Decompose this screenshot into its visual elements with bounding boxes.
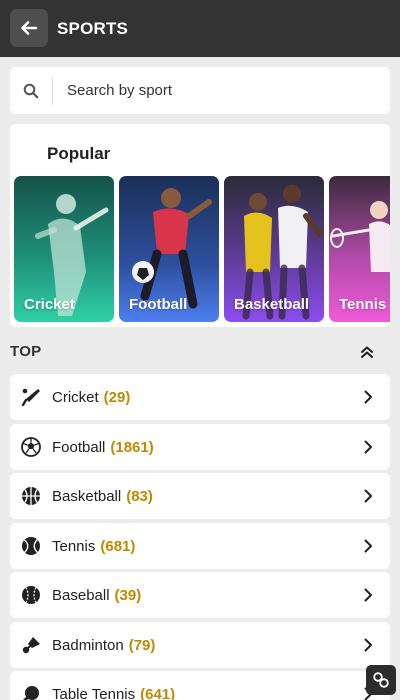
cricket-bat-icon bbox=[10, 374, 52, 420]
link-icon bbox=[373, 672, 389, 688]
sport-row-badminton[interactable]: Badminton (79) bbox=[10, 622, 390, 668]
arrow-left-icon bbox=[21, 21, 38, 35]
popular-section: Popular Cricket Football Basketball Tenn… bbox=[10, 124, 390, 327]
shuttlecock-icon bbox=[10, 622, 52, 668]
double-chevron-up-icon bbox=[361, 346, 373, 358]
collapse-button[interactable] bbox=[355, 340, 379, 364]
top-section-header: TOP bbox=[0, 330, 400, 372]
popular-tile-cricket[interactable]: Cricket bbox=[14, 176, 114, 322]
popular-title: Popular bbox=[47, 144, 111, 163]
sport-row-football[interactable]: Football (1861) bbox=[10, 424, 390, 470]
sport-name: Basketball bbox=[52, 487, 122, 505]
top-section-title: TOP bbox=[10, 343, 42, 360]
sport-row-table-tennis[interactable]: Table Tennis (641) bbox=[10, 671, 390, 700]
sport-row-baseball[interactable]: Baseball (39) bbox=[10, 572, 390, 618]
sport-name: Table Tennis bbox=[52, 685, 136, 700]
sport-row-cricket[interactable]: Cricket (29) bbox=[10, 374, 390, 420]
search-icon[interactable] bbox=[10, 67, 52, 114]
sport-count: (29) bbox=[103, 388, 131, 406]
sport-name: Football bbox=[52, 438, 106, 456]
sport-row-basketball[interactable]: Basketball (83) bbox=[10, 473, 390, 519]
popular-carousel[interactable]: Cricket Football Basketball Tennis bbox=[14, 176, 390, 322]
popular-tile-football[interactable]: Football bbox=[119, 176, 219, 322]
tile-label: Tennis bbox=[339, 296, 387, 313]
tennis-ball-icon bbox=[10, 523, 52, 569]
chevron-right-icon bbox=[364, 390, 372, 404]
app-header: SPORTS bbox=[0, 0, 400, 57]
chevron-right-icon bbox=[364, 539, 372, 553]
chevron-right-icon bbox=[364, 489, 372, 503]
sport-count: (681) bbox=[100, 537, 136, 555]
sport-count: (1861) bbox=[110, 438, 154, 456]
sport-name: Cricket bbox=[52, 388, 99, 406]
popular-tile-tennis[interactable]: Tennis bbox=[329, 176, 390, 322]
sport-count: (79) bbox=[128, 636, 156, 654]
soccer-ball-icon bbox=[10, 424, 52, 470]
basketball-icon bbox=[10, 473, 52, 519]
tile-label: Basketball bbox=[234, 296, 310, 313]
back-button[interactable] bbox=[10, 9, 48, 47]
sport-count: (641) bbox=[140, 685, 176, 700]
floating-action-button[interactable] bbox=[366, 665, 396, 695]
sport-row-tennis[interactable]: Tennis (681) bbox=[10, 523, 390, 569]
search-box bbox=[10, 67, 390, 114]
chevron-right-icon bbox=[364, 638, 372, 652]
sport-name: Badminton bbox=[52, 636, 124, 654]
tile-label: Football bbox=[129, 296, 188, 313]
chevron-right-icon bbox=[364, 588, 372, 602]
search-input[interactable] bbox=[53, 70, 353, 111]
baseball-icon bbox=[10, 572, 52, 618]
sport-count: (83) bbox=[126, 487, 153, 505]
sport-count: (39) bbox=[114, 586, 142, 604]
chevron-right-icon bbox=[364, 440, 372, 454]
sport-name: Tennis bbox=[52, 537, 96, 555]
page-title: SPORTS bbox=[57, 19, 129, 38]
sport-name: Baseball bbox=[52, 586, 110, 604]
popular-tile-basketball[interactable]: Basketball bbox=[224, 176, 324, 322]
tile-label: Cricket bbox=[24, 296, 75, 313]
table-tennis-icon bbox=[10, 671, 52, 700]
